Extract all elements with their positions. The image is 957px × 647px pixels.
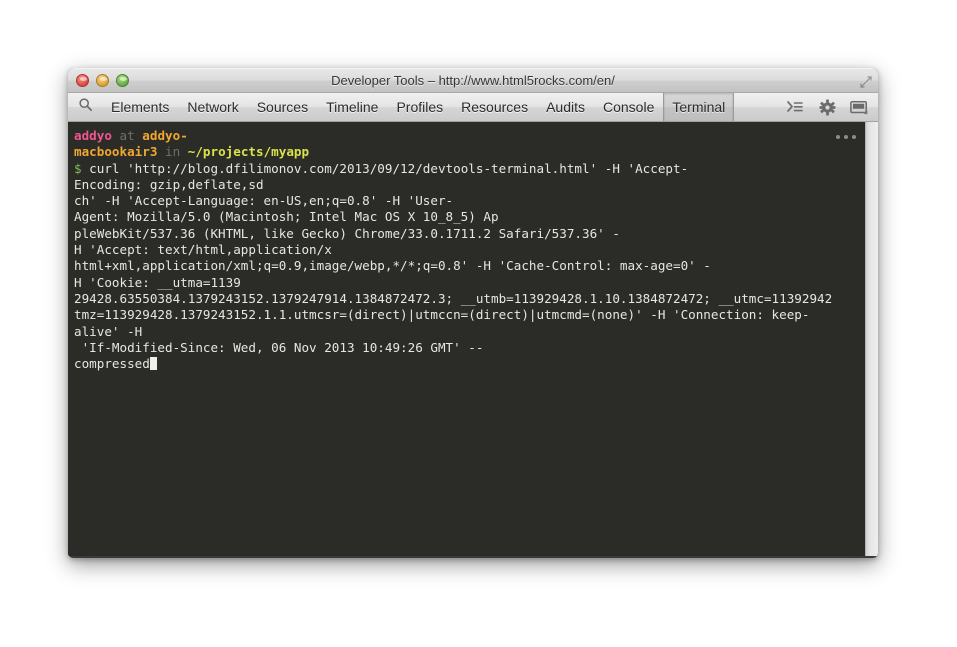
toolbar-spacer (734, 93, 784, 121)
terminal-input-text: compressed (74, 356, 150, 371)
terminal-output[interactable]: addyo at addyo- macbookair3 in ~/project… (68, 122, 865, 556)
terminal-prompt-line-1: addyo at addyo- (74, 128, 865, 144)
ellipsis-dot-icon (852, 135, 856, 139)
tab-profiles[interactable]: Profiles (387, 93, 452, 121)
prompt-user: addyo (74, 128, 112, 143)
tab-audits[interactable]: Audits (537, 93, 594, 121)
ellipsis-dot-icon (844, 135, 848, 139)
tab-terminal[interactable]: Terminal (663, 93, 734, 121)
toolbar-actions (784, 93, 878, 121)
terminal-line: tmz=113929428.1379243152.1.1.utmcsr=(dir… (74, 307, 865, 323)
terminal-input-line[interactable]: compressed (74, 356, 865, 372)
tab-console[interactable]: Console (594, 93, 663, 121)
prompt-host-part2: macbookair3 (74, 144, 157, 159)
resize-corner-icon[interactable] (860, 75, 872, 87)
prompt-at: at (120, 128, 135, 143)
devtools-toolbar: Elements Network Sources Timeline Profil… (68, 93, 878, 122)
gear-icon[interactable] (816, 96, 838, 118)
terminal-cursor (150, 357, 158, 370)
dock-window-icon[interactable] (848, 96, 870, 118)
tab-sources[interactable]: Sources (248, 93, 317, 121)
developer-tools-window: Developer Tools – http://www.html5rocks.… (68, 68, 878, 558)
terminal-line: alive' -H (74, 324, 865, 340)
terminal-scrollbar[interactable] (865, 122, 878, 556)
terminal-pane[interactable]: addyo at addyo- macbookair3 in ~/project… (68, 122, 878, 556)
prompt-symbol: $ (74, 161, 82, 176)
tab-elements[interactable]: Elements (102, 93, 178, 121)
terminal-line: ch' -H 'Accept-Language: en-US,en;q=0.8'… (74, 193, 865, 209)
search-button[interactable] (68, 93, 102, 121)
search-icon (78, 97, 93, 117)
terminal-line: html+xml,application/xml;q=0.9,image/web… (74, 258, 865, 274)
window-titlebar[interactable]: Developer Tools – http://www.html5rocks.… (68, 68, 878, 93)
terminal-line: H 'Cookie: __utma=1139 (74, 275, 865, 291)
terminal-prompt-line-2: macbookair3 in ~/projects/myapp (74, 144, 865, 160)
tab-timeline[interactable]: Timeline (317, 93, 387, 121)
terminal-line: 'If-Modified-Since: Wed, 06 Nov 2013 10:… (74, 340, 865, 356)
terminal-line: Encoding: gzip,deflate,sd (74, 177, 865, 193)
tab-network[interactable]: Network (178, 93, 247, 121)
terminal-line: pleWebKit/537.36 (KHTML, like Gecko) Chr… (74, 226, 865, 242)
tab-resources[interactable]: Resources (452, 93, 537, 121)
terminal-line-text: curl 'http://blog.dfilimonov.com/2013/09… (82, 161, 689, 176)
terminal-line: Agent: Mozilla/5.0 (Macintosh; Intel Mac… (74, 209, 865, 225)
devtools-tab-bar: Elements Network Sources Timeline Profil… (102, 93, 734, 121)
terminal-overflow-menu[interactable] (836, 135, 856, 139)
ellipsis-dot-icon (836, 135, 840, 139)
terminal-line: H 'Accept: text/html,application/x (74, 242, 865, 258)
prompt-host-part1: addyo- (142, 128, 188, 143)
prompt-in: in (165, 144, 180, 159)
terminal-line: 29428.63550384.1379243152.1379247914.138… (74, 291, 865, 307)
terminal-line: $ curl 'http://blog.dfilimonov.com/2013/… (74, 161, 865, 177)
window-title: Developer Tools – http://www.html5rocks.… (68, 69, 878, 93)
prompt-path: ~/projects/myapp (188, 144, 309, 159)
console-drawer-icon[interactable] (784, 96, 806, 118)
